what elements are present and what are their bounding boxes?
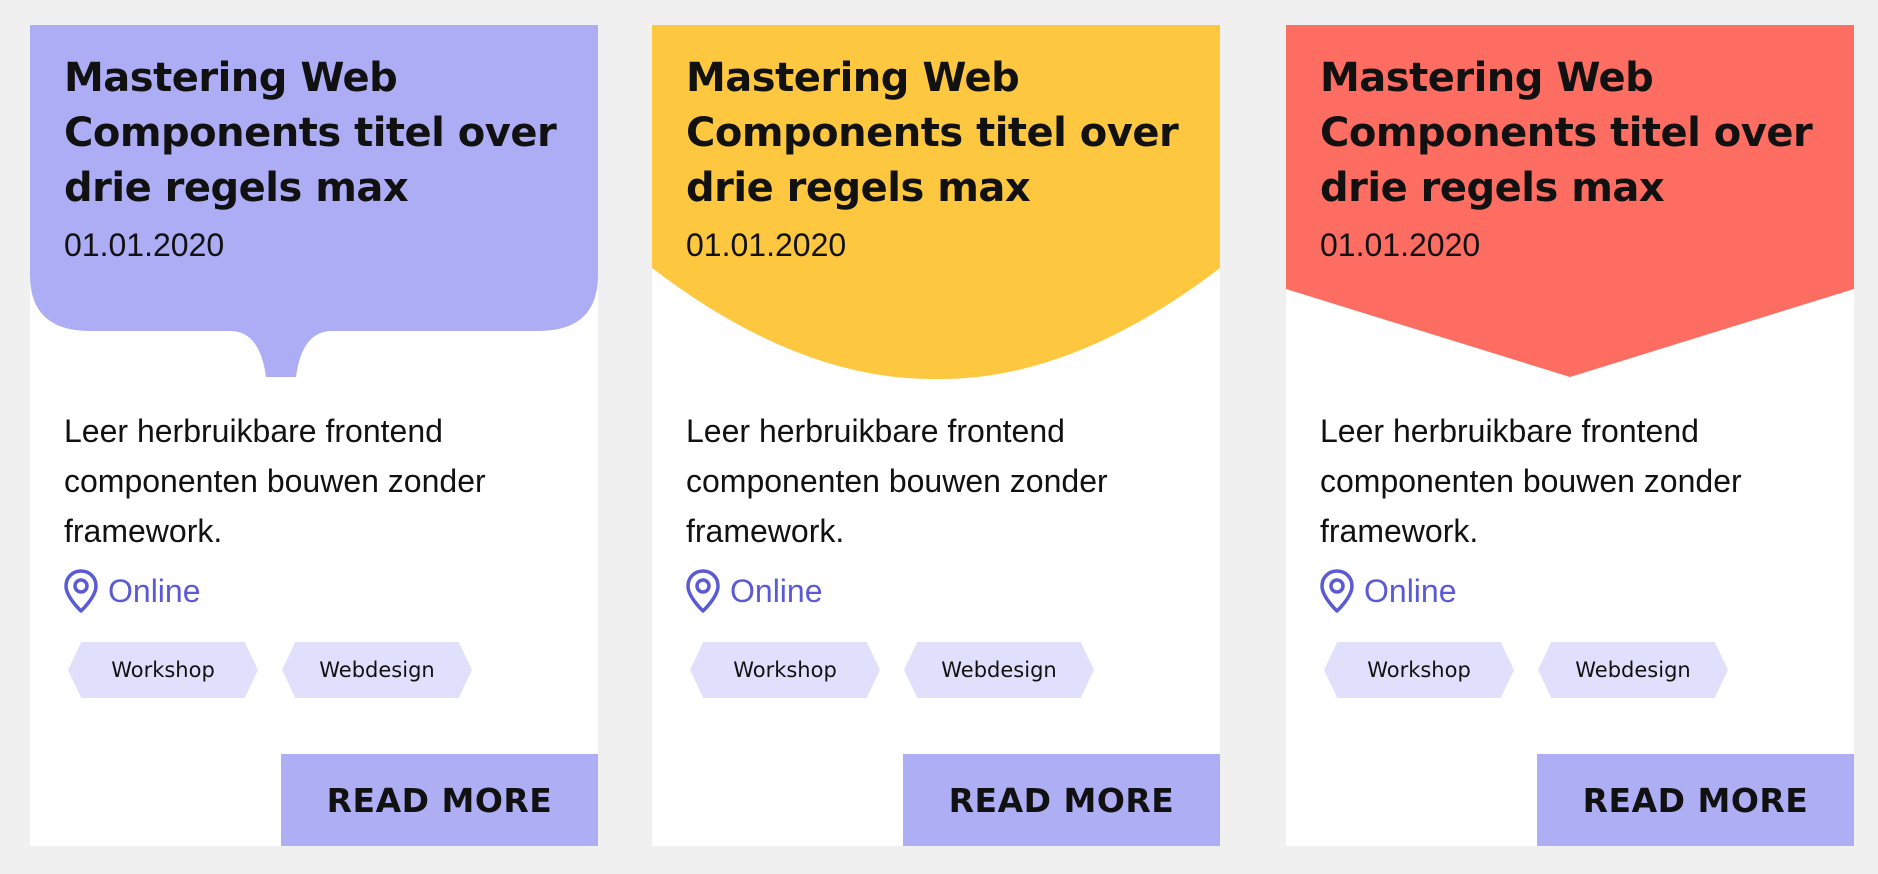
event-card[interactable]: Mastering Web Components titel over drie… xyxy=(1286,25,1854,846)
card-description: Leer herbruikbare frontend componenten b… xyxy=(686,413,1108,549)
card-location: Online xyxy=(684,567,823,615)
card-title: Mastering Web Components titel over drie… xyxy=(686,55,1179,211)
card-date: 01.01.2020 xyxy=(686,227,847,263)
event-card[interactable]: Mastering Web Components titel over drie… xyxy=(652,25,1220,846)
tag-webdesign[interactable]: Webdesign xyxy=(904,642,1094,698)
card-description: Leer herbruikbare frontend componenten b… xyxy=(64,413,486,549)
event-card[interactable]: Mastering Web Components titel over drie… xyxy=(30,25,598,846)
location-label: Online xyxy=(1364,573,1457,609)
read-more-button[interactable]: READ MORE xyxy=(903,754,1220,846)
card-title: Mastering Web Components titel over drie… xyxy=(1320,55,1813,211)
tag-workshop[interactable]: Workshop xyxy=(690,642,880,698)
card-location: Online xyxy=(1318,567,1457,615)
card-date: 01.01.2020 xyxy=(1320,227,1481,263)
card-description: Leer herbruikbare frontend componenten b… xyxy=(1320,413,1742,549)
read-more-button[interactable]: READ MORE xyxy=(1537,754,1854,846)
tag-workshop[interactable]: Workshop xyxy=(68,642,258,698)
tag-list: Workshop Webdesign xyxy=(68,642,472,698)
map-pin-icon xyxy=(64,569,98,613)
read-more-button[interactable]: READ MORE xyxy=(281,754,598,846)
tag-webdesign[interactable]: Webdesign xyxy=(282,642,472,698)
tag-list: Workshop Webdesign xyxy=(690,642,1094,698)
card-grid: Mastering Web Components titel over drie… xyxy=(0,0,1878,874)
card-date: 01.01.2020 xyxy=(64,227,225,263)
tag-list: Workshop Webdesign xyxy=(1324,642,1728,698)
map-pin-icon xyxy=(1320,569,1354,613)
card-title: Mastering Web Components titel over drie… xyxy=(64,55,557,211)
tag-workshop[interactable]: Workshop xyxy=(1324,642,1514,698)
tag-webdesign[interactable]: Webdesign xyxy=(1538,642,1728,698)
map-pin-icon xyxy=(686,569,720,613)
location-label: Online xyxy=(108,573,201,609)
card-location: Online xyxy=(62,567,201,615)
location-label: Online xyxy=(730,573,823,609)
